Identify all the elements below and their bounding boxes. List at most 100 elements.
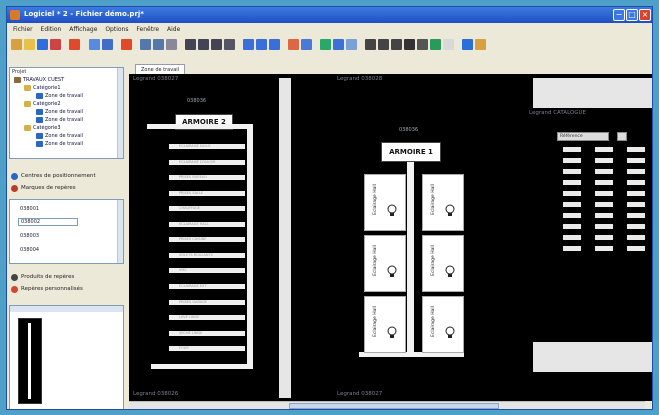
tree-item-zone[interactable]: Zone de travail	[36, 117, 83, 124]
catalog-cell[interactable]	[595, 213, 613, 218]
undo-icon[interactable]	[140, 39, 151, 50]
lighting-module[interactable]: Eclairage Hall	[364, 174, 406, 231]
list-item[interactable]: 038004	[20, 247, 39, 253]
link-icon[interactable]	[166, 39, 177, 50]
chart-icon[interactable]	[301, 39, 312, 50]
module-icon[interactable]	[365, 39, 376, 50]
tree-item-category[interactable]: Catégorie1	[24, 85, 61, 92]
grid-icon[interactable]	[320, 39, 331, 50]
catalog-cell[interactable]	[563, 191, 581, 196]
catalog-cell[interactable]	[563, 169, 581, 174]
catalog-cell[interactable]	[627, 180, 645, 185]
cabinet-thumbnail[interactable]	[18, 318, 42, 404]
zoom-out-icon[interactable]	[256, 39, 267, 50]
tree-item-root[interactable]: TRAVAUX CUEST	[14, 77, 64, 84]
menu-window[interactable]: Fenêtre	[136, 24, 159, 35]
scrollbar-thumb[interactable]	[289, 403, 499, 409]
catalog-cell[interactable]	[595, 169, 613, 174]
export-icon[interactable]	[430, 39, 441, 50]
menu-file[interactable]: Fichier	[13, 24, 33, 35]
canvas-horizontal-scrollbar[interactable]	[129, 401, 645, 409]
lighting-module[interactable]: Eclairage Hall	[364, 296, 406, 353]
print-icon[interactable]	[333, 39, 344, 50]
rail-icon[interactable]	[378, 39, 389, 50]
catalog-cell[interactable]	[627, 169, 645, 174]
close-button[interactable]: ×	[639, 9, 651, 21]
catalog-cell[interactable]	[563, 213, 581, 218]
align-center-icon[interactable]	[198, 39, 209, 50]
catalog-dropdown-button[interactable]	[617, 132, 627, 141]
catalog-cell[interactable]	[595, 235, 613, 240]
tree-item-zone[interactable]: Zone de travail	[36, 141, 83, 148]
about-icon[interactable]	[475, 39, 486, 50]
catalog-cell[interactable]	[627, 213, 645, 218]
catalog-cell[interactable]	[563, 224, 581, 229]
distribute-icon[interactable]	[224, 39, 235, 50]
settings-icon[interactable]	[443, 39, 454, 50]
catalog-cell[interactable]	[563, 235, 581, 240]
menu-edit[interactable]: Edition	[41, 24, 62, 35]
positioning-centers-link[interactable]: Centres de positionnement	[11, 171, 123, 181]
lighting-module[interactable]: Eclairage Hall	[364, 235, 406, 292]
catalog-cell[interactable]	[595, 147, 613, 152]
list-scrollbar[interactable]	[117, 200, 123, 263]
catalog-cell[interactable]	[627, 158, 645, 163]
new-icon[interactable]	[11, 39, 22, 50]
catalog-cell[interactable]	[563, 202, 581, 207]
catalog-cell[interactable]	[595, 202, 613, 207]
cabinet-title[interactable]: ARMOIRE 1	[381, 142, 441, 162]
help-icon[interactable]	[462, 39, 473, 50]
tree-item-zone[interactable]: Zone de travail	[36, 93, 83, 100]
cut-icon[interactable]	[121, 39, 132, 50]
menu-view[interactable]: Affichage	[69, 24, 97, 35]
zoom-fit-icon[interactable]	[269, 39, 280, 50]
list-item[interactable]: 038003	[20, 233, 39, 239]
align-right-icon[interactable]	[211, 39, 222, 50]
catalog-cell[interactable]	[627, 147, 645, 152]
tree-item-zone[interactable]: Zone de travail	[36, 133, 83, 140]
delete-icon[interactable]	[69, 39, 80, 50]
catalog-cell[interactable]	[595, 191, 613, 196]
catalog-cell[interactable]	[563, 246, 581, 251]
redo-icon[interactable]	[153, 39, 164, 50]
minimize-button[interactable]: −	[613, 9, 625, 21]
list-item[interactable]: 038001	[20, 206, 39, 212]
catalog-cell[interactable]	[563, 180, 581, 185]
catalog-cell[interactable]	[595, 224, 613, 229]
maximize-button[interactable]: □	[626, 9, 638, 21]
drawing-canvas[interactable]: Legrand 038027 Legrand 038028 Legrand CA…	[129, 74, 652, 401]
lighting-module[interactable]: Eclairage Hall	[422, 296, 464, 353]
lighting-module[interactable]: Eclairage Hall	[422, 235, 464, 292]
catalog-cell[interactable]	[627, 235, 645, 240]
catalog-cell[interactable]	[627, 191, 645, 196]
label-icon[interactable]	[417, 39, 428, 50]
list-item-selected[interactable]: 038002	[18, 218, 78, 226]
align-icon[interactable]	[185, 39, 196, 50]
tree-item-category[interactable]: Catégorie2	[24, 101, 61, 108]
tree-item-zone[interactable]: Zone de travail	[36, 109, 83, 116]
catalog-cell[interactable]	[627, 202, 645, 207]
catalog-cell[interactable]	[595, 158, 613, 163]
product-marks-link[interactable]: Produits de repères	[11, 272, 123, 282]
cabinet-icon[interactable]	[391, 39, 402, 50]
catalog-cell[interactable]	[595, 246, 613, 251]
save-icon[interactable]	[37, 39, 48, 50]
catalog-cell[interactable]	[563, 158, 581, 163]
preview-icon[interactable]	[346, 39, 357, 50]
open-icon[interactable]	[24, 39, 35, 50]
device-icon[interactable]	[404, 39, 415, 50]
catalog-cell[interactable]	[563, 147, 581, 152]
catalog-cell[interactable]	[595, 180, 613, 185]
copy-icon[interactable]	[89, 39, 100, 50]
custom-marks-link[interactable]: Repères personnalisés	[11, 284, 123, 294]
paste-icon[interactable]	[102, 39, 113, 50]
mark-tags-link[interactable]: Marques de repères	[11, 183, 123, 193]
zoom-in-icon[interactable]	[243, 39, 254, 50]
catalog-cell[interactable]	[627, 224, 645, 229]
tree-scrollbar[interactable]	[117, 68, 123, 158]
menu-options[interactable]: Options	[105, 24, 128, 35]
graph-icon[interactable]	[288, 39, 299, 50]
close-doc-icon[interactable]	[50, 39, 61, 50]
catalog-cell[interactable]	[627, 246, 645, 251]
menu-help[interactable]: Aide	[167, 24, 180, 35]
